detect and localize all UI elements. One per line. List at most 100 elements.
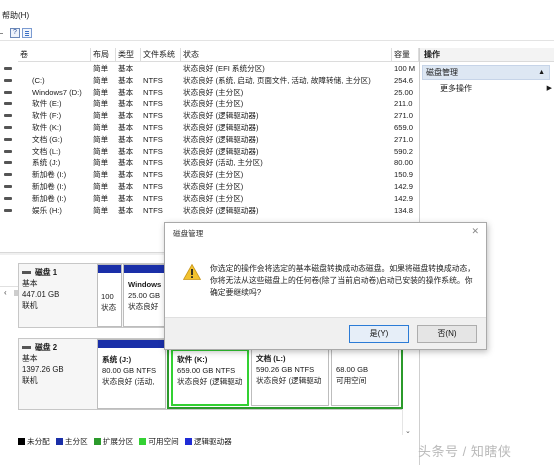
- volume-icon: [4, 114, 12, 118]
- partition-name: 文档 (L:): [256, 354, 286, 363]
- volume-icon: [4, 208, 12, 212]
- volume-capacity: 211.0: [394, 99, 413, 109]
- volume-fs: NTFS: [143, 193, 163, 203]
- column-header-type[interactable]: 类型: [116, 48, 141, 62]
- disk-status: 联机: [22, 301, 38, 310]
- partition-block[interactable]: 68.00 GB 可用空间: [331, 349, 399, 406]
- partition-size: 25.00 GB: [128, 291, 161, 300]
- volume-icon: [4, 137, 12, 141]
- volume-fs: NTFS: [143, 205, 163, 215]
- yes-button[interactable]: 是(Y): [349, 325, 409, 343]
- volume-fs: NTFS: [143, 111, 163, 121]
- volume-capacity: 150.9: [394, 170, 414, 180]
- legend-item: 未分配: [18, 436, 50, 448]
- partition-status: 状态良好 (逻辑驱动: [256, 376, 322, 385]
- volume-name: 文档 (L:): [32, 146, 61, 156]
- volume-layout: 简单: [93, 64, 109, 73]
- volume-name: 新加卷 (I:): [32, 170, 67, 180]
- volume-type: 基本: [118, 64, 134, 73]
- properties-icon[interactable]: [22, 28, 32, 38]
- partition-block[interactable]: 软件 (K:) 659.00 GB NTFS 状态良好 (逻辑驱动: [171, 349, 249, 406]
- volume-row[interactable]: 新加卷 (I:) 简单 基本 NTFS 状态良好 (主分区) 150.9: [0, 169, 419, 181]
- disk-name: 磁盘 2: [35, 343, 58, 352]
- legend-label: 未分配: [27, 437, 50, 446]
- volume-capacity: 254.6: [394, 75, 414, 85]
- volume-status: 状态良好 (主分区): [183, 99, 244, 109]
- volume-row[interactable]: 新加卷 (I:) 简单 基本 NTFS 状态良好 (主分区) 142.9: [0, 181, 419, 193]
- partition-status: 状态: [101, 303, 117, 312]
- help-icon[interactable]: ?: [10, 28, 20, 38]
- confirm-dialog: 磁盘管理 ✕ 你选定的操作会将选定的基本磁盘转换成动态磁盘。如果将磁盘转换成动态…: [164, 222, 487, 350]
- close-icon[interactable]: ✕: [471, 226, 479, 237]
- collapse-up-icon[interactable]: ▲: [538, 66, 545, 79]
- more-actions-item[interactable]: 更多操作 ▶: [440, 83, 552, 95]
- actions-section-disk-management[interactable]: 磁盘管理 ▲: [422, 65, 550, 80]
- partition-name: 系统 (J:): [102, 355, 132, 364]
- volume-layout: 简单: [93, 158, 109, 168]
- volume-row[interactable]: 文档 (G:) 简单 基本 NTFS 状态良好 (逻辑驱动器) 271.0: [0, 134, 419, 146]
- volume-capacity: 659.0: [394, 123, 414, 132]
- toolbar-overflow-icon[interactable]: [0, 33, 3, 34]
- disk-name: 磁盘 1: [35, 268, 58, 277]
- column-header-filesystem[interactable]: 文件系统: [141, 48, 181, 62]
- volume-layout: 简单: [93, 111, 109, 121]
- disk-icon: [22, 271, 31, 275]
- dialog-message: 你选定的操作会将选定的基本磁盘转换成动态磁盘。如果将磁盘转换成动态，你将无法从这…: [210, 264, 476, 297]
- scroll-down-icon[interactable]: ⌄: [405, 427, 411, 435]
- volume-status: 状态良好 (活动, 主分区): [183, 158, 263, 168]
- volume-capacity: 271.0: [394, 111, 414, 121]
- volume-row[interactable]: 软件 (F:) 简单 基本 NTFS 状态良好 (逻辑驱动器) 271.0: [0, 110, 419, 122]
- legend-swatch: [55, 438, 63, 445]
- legend-item: 主分区: [55, 436, 88, 448]
- partition-block[interactable]: 系统 (J:) 80.00 GB NTFS 状态良好 (活动,: [97, 339, 166, 409]
- volume-fs: NTFS: [143, 123, 163, 132]
- volume-fs: NTFS: [143, 99, 163, 109]
- partition-block[interactable]: 文档 (L:) 590.26 GB NTFS 状态良好 (逻辑驱动: [251, 349, 329, 406]
- disk-info: 磁盘 2 基本 1397.26 GB 联机: [22, 342, 92, 386]
- volume-row[interactable]: 软件 (K:) 简单 基本 NTFS 状态良好 (逻辑驱动器) 659.0: [0, 122, 419, 134]
- volume-row[interactable]: 新加卷 (I:) 简单 基本 NTFS 状态良好 (主分区) 142.9: [0, 193, 419, 205]
- volume-status: 状态良好 (主分区): [183, 182, 244, 191]
- volume-type: 基本: [118, 193, 134, 203]
- legend: 未分配 主分区 扩展分区 可用空间 逻辑驱动器: [18, 436, 236, 448]
- warning-icon: [183, 264, 201, 280]
- no-button[interactable]: 否(N): [417, 325, 477, 343]
- menubar: 帮助(H): [0, 8, 554, 22]
- volume-type: 基本: [118, 134, 134, 144]
- volume-type: 基本: [118, 99, 134, 109]
- volume-row[interactable]: 软件 (E:) 简单 基本 NTFS 状态良好 (主分区) 211.0: [0, 98, 419, 110]
- volume-name: (C:): [32, 75, 45, 85]
- volume-row[interactable]: (C:) 简单 基本 NTFS 状态良好 (系统, 启动, 页面文件, 活动, 故障转储…: [0, 75, 419, 87]
- volume-type: 基本: [118, 170, 134, 180]
- volume-row[interactable]: 文档 (L:) 简单 基本 NTFS 状态良好 (逻辑驱动器) 590.2: [0, 146, 419, 158]
- volume-row[interactable]: 娱乐 (H:) 简单 基本 NTFS 状态良好 (逻辑驱动器) 134.8: [0, 205, 419, 217]
- volume-layout: 简单: [93, 75, 109, 85]
- partition-band: [98, 265, 121, 273]
- volume-layout: 简单: [93, 170, 109, 180]
- scroll-left-icon[interactable]: ‹: [4, 288, 7, 297]
- volume-row[interactable]: Windows7 (D:) 简单 基本 NTFS 状态良好 (主分区) 25.00: [0, 87, 419, 99]
- disk-status: 联机: [22, 376, 38, 385]
- volume-capacity: 25.00: [394, 87, 414, 97]
- partition-size: 68.00 GB: [336, 365, 369, 374]
- disk-icon: [22, 346, 31, 350]
- partition-size: 590.26 GB NTFS: [256, 365, 315, 374]
- partition-status: 可用空间: [336, 376, 367, 385]
- column-header-volume[interactable]: 卷: [18, 48, 91, 62]
- disk-info: 磁盘 1 基本 447.01 GB 联机: [22, 267, 92, 311]
- column-header-layout[interactable]: 布局: [91, 48, 116, 62]
- volume-row[interactable]: 简单 基本 状态良好 (EFI 系统分区) 100 M: [0, 63, 419, 75]
- menu-help[interactable]: 帮助(H): [2, 10, 29, 21]
- column-header-status[interactable]: 状态: [181, 48, 392, 62]
- volume-layout: 简单: [93, 134, 109, 144]
- partition-block[interactable]: 100 状态: [97, 264, 122, 327]
- volume-type: 基本: [118, 87, 134, 97]
- volume-capacity: 142.9: [394, 182, 414, 191]
- partition-name: 软件 (K:): [177, 355, 208, 364]
- volume-type: 基本: [118, 158, 134, 168]
- volume-row[interactable]: 系统 (J:) 简单 基本 NTFS 状态良好 (活动, 主分区) 80.00: [0, 157, 419, 169]
- legend-swatch: [18, 438, 25, 445]
- column-header-capacity[interactable]: 容量: [392, 48, 419, 62]
- volume-type: 基本: [118, 123, 134, 132]
- volume-status: 状态良好 (逻辑驱动器): [183, 111, 259, 121]
